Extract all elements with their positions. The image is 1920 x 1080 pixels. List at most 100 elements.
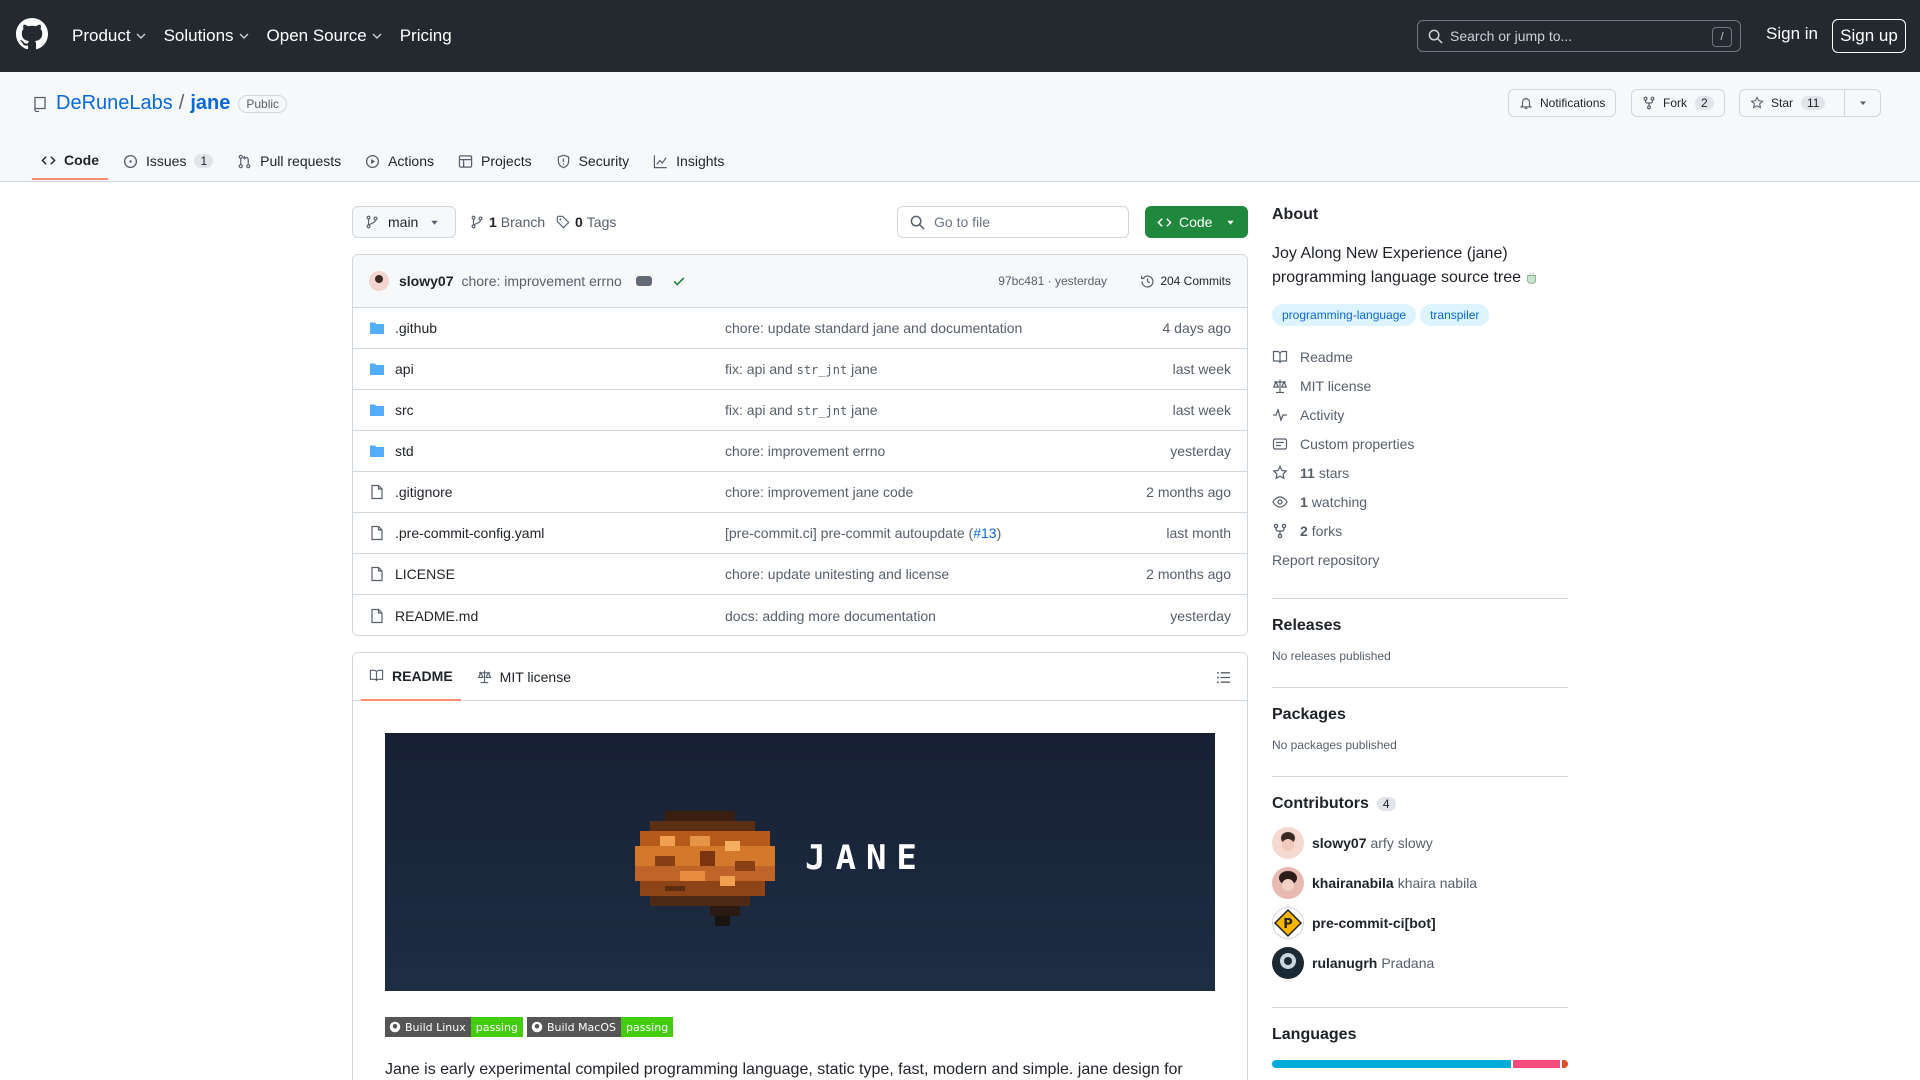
nav-open-source[interactable]: Open Source [267, 26, 382, 46]
file-commit-message[interactable]: chore: improvement jane code [725, 484, 913, 500]
releases-empty: No releases published [1272, 649, 1391, 663]
nav-pricing[interactable]: Pricing [400, 26, 452, 46]
file-name[interactable]: src [395, 402, 725, 418]
table-row[interactable]: README.md docs: adding more documentatio… [353, 595, 1247, 635]
list-item[interactable]: rulanugrh Pradana [1272, 943, 1568, 983]
branches-link[interactable]: 1 Branch [470, 214, 545, 230]
commit-message[interactable]: chore: improvement errno [461, 273, 621, 289]
topic-tag[interactable]: programming-language [1272, 304, 1417, 326]
releases-heading[interactable]: Releases [1272, 617, 1568, 635]
repo-name-link[interactable]: jane [190, 92, 230, 115]
avatar[interactable] [369, 271, 389, 291]
sign-up-button[interactable]: Sign up [1832, 19, 1906, 53]
tab-readme[interactable]: README [361, 653, 461, 701]
language-bar-segment [1513, 1060, 1561, 1068]
branch-selector[interactable]: main [352, 206, 456, 238]
tab-security-label: Security [578, 153, 630, 169]
book-icon [1272, 350, 1288, 363]
file-name[interactable]: std [395, 443, 725, 459]
file-commit-message[interactable]: docs: adding more documentation [725, 608, 936, 624]
tab-insights[interactable]: Insights [644, 142, 733, 180]
file-commit-message[interactable]: fix: api and str_jnt jane [725, 361, 878, 377]
file-commit-message[interactable]: chore: update standard jane and document… [725, 320, 1022, 336]
tab-pull-requests[interactable]: Pull requests [228, 142, 350, 180]
file-name[interactable]: .pre-commit-config.yaml [395, 525, 725, 541]
packages-heading[interactable]: Packages [1272, 706, 1568, 724]
topic-tag[interactable]: transpiler [1420, 304, 1490, 326]
repo-separator: / [178, 92, 185, 114]
language-bar-segment [1272, 1060, 1512, 1068]
msg-text: ) [996, 525, 1002, 541]
star-list-dropdown[interactable] [1844, 89, 1881, 117]
tab-license[interactable]: MIT license [469, 653, 579, 701]
file-commit-message[interactable]: fix: api and str_jnt jane [725, 402, 878, 418]
msg-code: str_jnt [796, 363, 848, 377]
nav-product[interactable]: Product [72, 26, 146, 46]
file-name[interactable]: LICENSE [395, 566, 725, 582]
search-icon [1428, 29, 1443, 44]
activity-link[interactable]: Activity [1272, 400, 1568, 429]
table-row[interactable]: .github chore: update standard jane and … [353, 308, 1247, 349]
tab-issues[interactable]: Issues 1 [114, 142, 222, 180]
table-row[interactable]: .gitignore chore: improvement jane code … [353, 472, 1247, 513]
build-linux-badge[interactable]: Build Linux passing [385, 1017, 523, 1037]
commit-history-link[interactable]: 204 Commits [1140, 274, 1231, 289]
watching-link[interactable]: 1 watching [1272, 487, 1568, 516]
tea-emoji-icon [1527, 272, 1537, 284]
github-logo-icon[interactable] [16, 18, 48, 50]
nav-pricing-label: Pricing [399, 26, 452, 45]
custom-properties-link[interactable]: Custom properties [1272, 429, 1568, 458]
msg-text: fix: api and [725, 361, 797, 377]
forks-link[interactable]: 2 forks [1272, 516, 1568, 545]
nav-open-source-label: Open Source [266, 26, 367, 45]
sign-in-link[interactable]: Sign in [1766, 24, 1818, 44]
file-name[interactable]: .github [395, 320, 725, 336]
file-commit-message[interactable]: [pre-commit.ci] pre-commit autoupdate (#… [725, 525, 1001, 541]
go-to-file-input[interactable]: Go to file [897, 206, 1129, 238]
list-item[interactable]: khairanabila khaira nabila [1272, 863, 1568, 903]
table-row[interactable]: api fix: api and str_jnt jane last week [353, 349, 1247, 390]
tab-actions[interactable]: Actions [356, 142, 443, 180]
file-name[interactable]: .gitignore [395, 484, 725, 500]
report-repository-link[interactable]: Report repository [1272, 545, 1568, 574]
commit-hash-time[interactable]: 97bc481 · yesterday [998, 274, 1107, 288]
badge-status: passing [620, 1017, 674, 1037]
tags-link[interactable]: 0 Tags [556, 214, 616, 230]
file-commit-message[interactable]: chore: update unitesting and license [725, 566, 949, 582]
tab-code[interactable]: Code [32, 142, 108, 180]
ellipsis-icon[interactable] [635, 276, 652, 286]
license-link[interactable]: MIT license [1272, 371, 1568, 400]
tab-projects[interactable]: Projects [449, 142, 541, 180]
folder-icon [370, 445, 384, 457]
check-icon[interactable] [672, 274, 686, 288]
file-icon [371, 484, 383, 500]
activity-link-label: Activity [1300, 406, 1345, 423]
table-row[interactable]: src fix: api and str_jnt jane last week [353, 390, 1247, 431]
star-button[interactable]: Star 11 [1739, 89, 1845, 117]
table-row[interactable]: LICENSE chore: update unitesting and lic… [353, 554, 1247, 595]
contributors-heading[interactable]: Contributors 4 [1272, 795, 1568, 813]
nav-solutions[interactable]: Solutions [164, 26, 249, 46]
list-item[interactable]: P pre-commit-ci[bot] [1272, 903, 1568, 943]
table-of-contents-icon[interactable] [1216, 670, 1231, 685]
file-name[interactable]: api [395, 361, 725, 377]
language-bar-segment [1562, 1060, 1568, 1068]
list-item[interactable]: slowy07 arfy slowy [1272, 823, 1568, 863]
tab-security[interactable]: Security [547, 142, 639, 180]
code-dropdown-button[interactable]: Code [1145, 206, 1248, 238]
table-row[interactable]: std chore: improvement errno yesterday [353, 431, 1247, 472]
pull-request-link[interactable]: #13 [973, 525, 996, 541]
repo-owner-link[interactable]: DeRuneLabs [56, 92, 173, 115]
search-input[interactable]: Search or jump to... / [1417, 20, 1741, 52]
file-commit-message[interactable]: chore: improvement errno [725, 443, 885, 459]
table-row[interactable]: .pre-commit-config.yaml [pre-commit.ci] … [353, 513, 1247, 554]
build-macos-badge[interactable]: Build MacOS passing [526, 1017, 674, 1037]
stars-link[interactable]: 11 stars [1272, 458, 1568, 487]
file-name[interactable]: README.md [395, 608, 725, 624]
fork-button[interactable]: Fork 2 [1631, 89, 1725, 117]
readme-link[interactable]: Readme [1272, 342, 1568, 371]
notifications-button[interactable]: Notifications [1508, 89, 1617, 117]
commit-author[interactable]: slowy07 [399, 273, 453, 289]
readme-banner-image: JANE [385, 733, 1215, 991]
shield-icon [557, 154, 569, 168]
